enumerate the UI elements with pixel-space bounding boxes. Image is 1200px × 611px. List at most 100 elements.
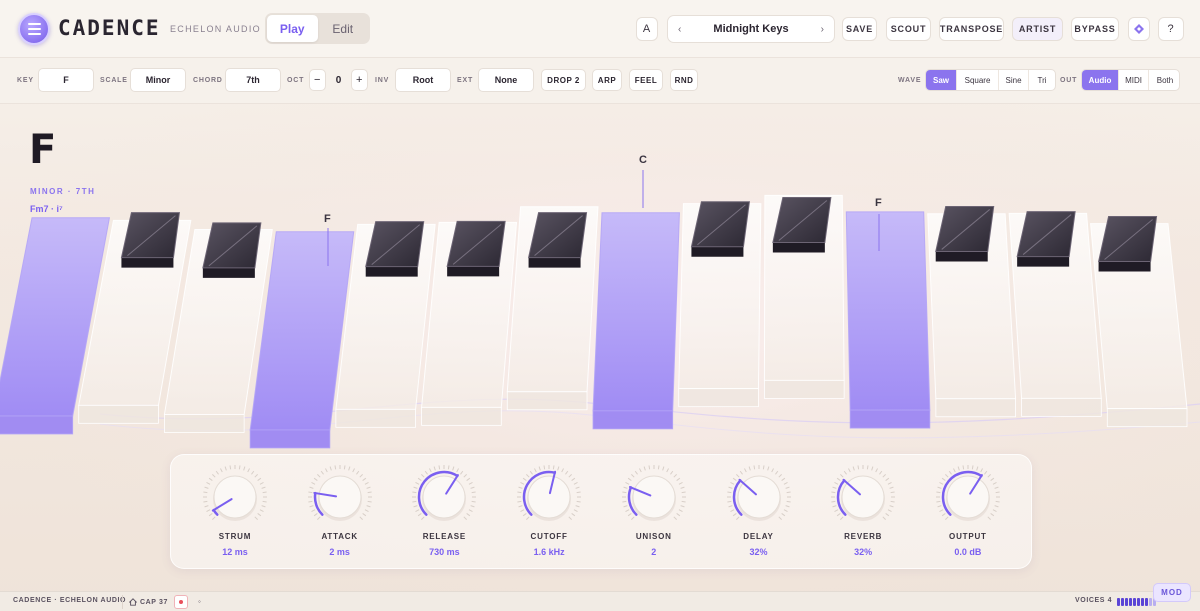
meter-segment: [1141, 598, 1144, 606]
black-key[interactable]: [120, 212, 181, 268]
drop2-button[interactable]: DROP 2: [541, 69, 586, 91]
mode-play-tab[interactable]: Play: [267, 15, 318, 42]
diamond-button[interactable]: [1128, 17, 1150, 41]
inversion-label: INV: [375, 77, 390, 84]
black-key[interactable]: [202, 222, 262, 278]
octave-minus-button[interactable]: −: [309, 69, 326, 91]
save-button[interactable]: SAVE: [842, 17, 877, 41]
meter-segment: [1117, 598, 1120, 606]
white-key-front: [849, 409, 931, 429]
knob-dial: [621, 465, 686, 521]
knob-release[interactable]: RELEASE 730 ms: [394, 465, 494, 565]
key-select[interactable]: F: [38, 68, 94, 92]
octave-plus-button[interactable]: +: [351, 69, 368, 91]
out-midi-option[interactable]: MIDI: [1119, 70, 1149, 90]
extension-select[interactable]: None: [478, 68, 534, 92]
white-key-front: [335, 408, 416, 428]
wave-tri-option[interactable]: Tri: [1029, 70, 1055, 90]
mod-button[interactable]: MOD: [1153, 583, 1191, 602]
menu-button[interactable]: [18, 13, 50, 45]
scout-button[interactable]: SCOUT: [886, 17, 931, 41]
wave-square-option[interactable]: Square: [957, 70, 999, 90]
black-key[interactable]: [446, 220, 506, 277]
knob-cutoff[interactable]: CUTOFF 1.6 kHz: [499, 465, 599, 565]
knob-attack[interactable]: ATTACK 2 ms: [290, 465, 390, 565]
knob-reverb[interactable]: REVERB 32%: [813, 465, 913, 565]
knob-value: 12 ms: [222, 547, 248, 557]
white-key-front: [935, 398, 1016, 418]
knob-value: 2 ms: [329, 547, 350, 557]
brand-title: CADENCE: [58, 16, 161, 40]
record-button[interactable]: [174, 595, 188, 609]
white-key-front: [592, 410, 674, 430]
wave-saw-option[interactable]: Saw: [926, 70, 957, 90]
white-key-front: [164, 414, 245, 433]
feel-button[interactable]: FEEL: [629, 69, 663, 91]
bypass-button[interactable]: BYPASS: [1071, 17, 1119, 41]
white-key-pressed[interactable]: [845, 211, 931, 411]
out-both-option[interactable]: Both: [1149, 70, 1179, 90]
knob-strum[interactable]: STRUM 12 ms: [185, 465, 285, 565]
black-key[interactable]: [527, 212, 588, 268]
note-label-f-low: F: [324, 213, 331, 225]
knob-panel: STRUM 12 ms ATTACK 2 ms RELEASE 730 ms CUTOFF 1…: [170, 454, 1032, 569]
inversion-select[interactable]: Root: [395, 68, 451, 92]
meter-segment: [1121, 598, 1124, 606]
black-key[interactable]: [1097, 216, 1158, 272]
scale-select[interactable]: Minor: [130, 68, 186, 92]
mode-edit-tab[interactable]: Edit: [318, 15, 369, 42]
knob-value: 730 ms: [429, 547, 460, 557]
random-button[interactable]: RND: [670, 69, 698, 91]
meter-segment: [1137, 598, 1140, 606]
scale-label: SCALE: [100, 77, 128, 84]
artist-button[interactable]: ARTIST: [1012, 17, 1063, 41]
black-key[interactable]: [1016, 211, 1076, 267]
meter-segment: [1149, 598, 1152, 606]
voices-count: VOICES 4: [1075, 597, 1113, 604]
knob-unison[interactable]: UNISON 2: [604, 465, 704, 565]
chord-root-display: F: [29, 127, 57, 173]
wave-sine-option[interactable]: Sine: [999, 70, 1029, 90]
white-key-pressed[interactable]: [592, 212, 680, 412]
output-selector: Audio MIDI Both: [1081, 69, 1180, 91]
knob-dial: [203, 465, 267, 521]
loop-icon[interactable]: ◦: [198, 597, 201, 606]
record-icon: [179, 600, 183, 604]
slot-a-button[interactable]: A: [636, 17, 658, 41]
black-key[interactable]: [365, 221, 425, 277]
cap-indicator: CAP 37: [122, 595, 168, 609]
black-key[interactable]: [935, 205, 995, 262]
chord-quality: MINOR · 7TH: [30, 187, 96, 196]
black-key[interactable]: [772, 197, 832, 253]
chord-select[interactable]: 7th: [225, 68, 281, 92]
brand-subtitle: ECHELON AUDIO: [170, 24, 261, 34]
knob-label: CUTOFF: [530, 532, 568, 541]
arp-button[interactable]: ARP: [592, 69, 622, 91]
key-label: KEY: [17, 77, 34, 84]
chord-toolbar: KEY F SCALE Minor CHORD 7th OCT − 0 + IN…: [0, 58, 1200, 104]
meter-segment: [1129, 598, 1132, 606]
transpose-button[interactable]: TRANSPOSE: [939, 17, 1004, 41]
next-preset-button[interactable]: ›: [821, 24, 824, 35]
knob-label: OUTPUT: [949, 532, 987, 541]
out-audio-option[interactable]: Audio: [1082, 70, 1119, 90]
help-button[interactable]: ?: [1158, 17, 1184, 41]
knob-delay[interactable]: DELAY 32%: [709, 465, 809, 565]
meter-segment: [1145, 598, 1148, 606]
meter-segment: [1133, 598, 1136, 606]
status-bar: CADENCE · ECHELON AUDIO CAP 37 ◦ VOICES …: [0, 591, 1200, 611]
knob-label: ATTACK: [321, 532, 358, 541]
white-key-front: [678, 388, 759, 408]
white-key-front: [249, 429, 331, 449]
octave-value: 0: [335, 74, 342, 86]
meter-segment: [1125, 598, 1128, 606]
preset-selector[interactable]: ‹ Midnight Keys ›: [667, 15, 835, 43]
knob-dial: [726, 465, 791, 521]
knob-output[interactable]: OUTPUT 0.0 dB: [918, 465, 1018, 565]
prev-preset-button[interactable]: ‹: [678, 24, 681, 35]
black-key[interactable]: [690, 201, 751, 257]
note-label-f-high: F: [875, 197, 882, 209]
knob-dial: [412, 465, 477, 521]
octave-label: OCT: [287, 77, 305, 84]
knob-body: [632, 475, 676, 519]
